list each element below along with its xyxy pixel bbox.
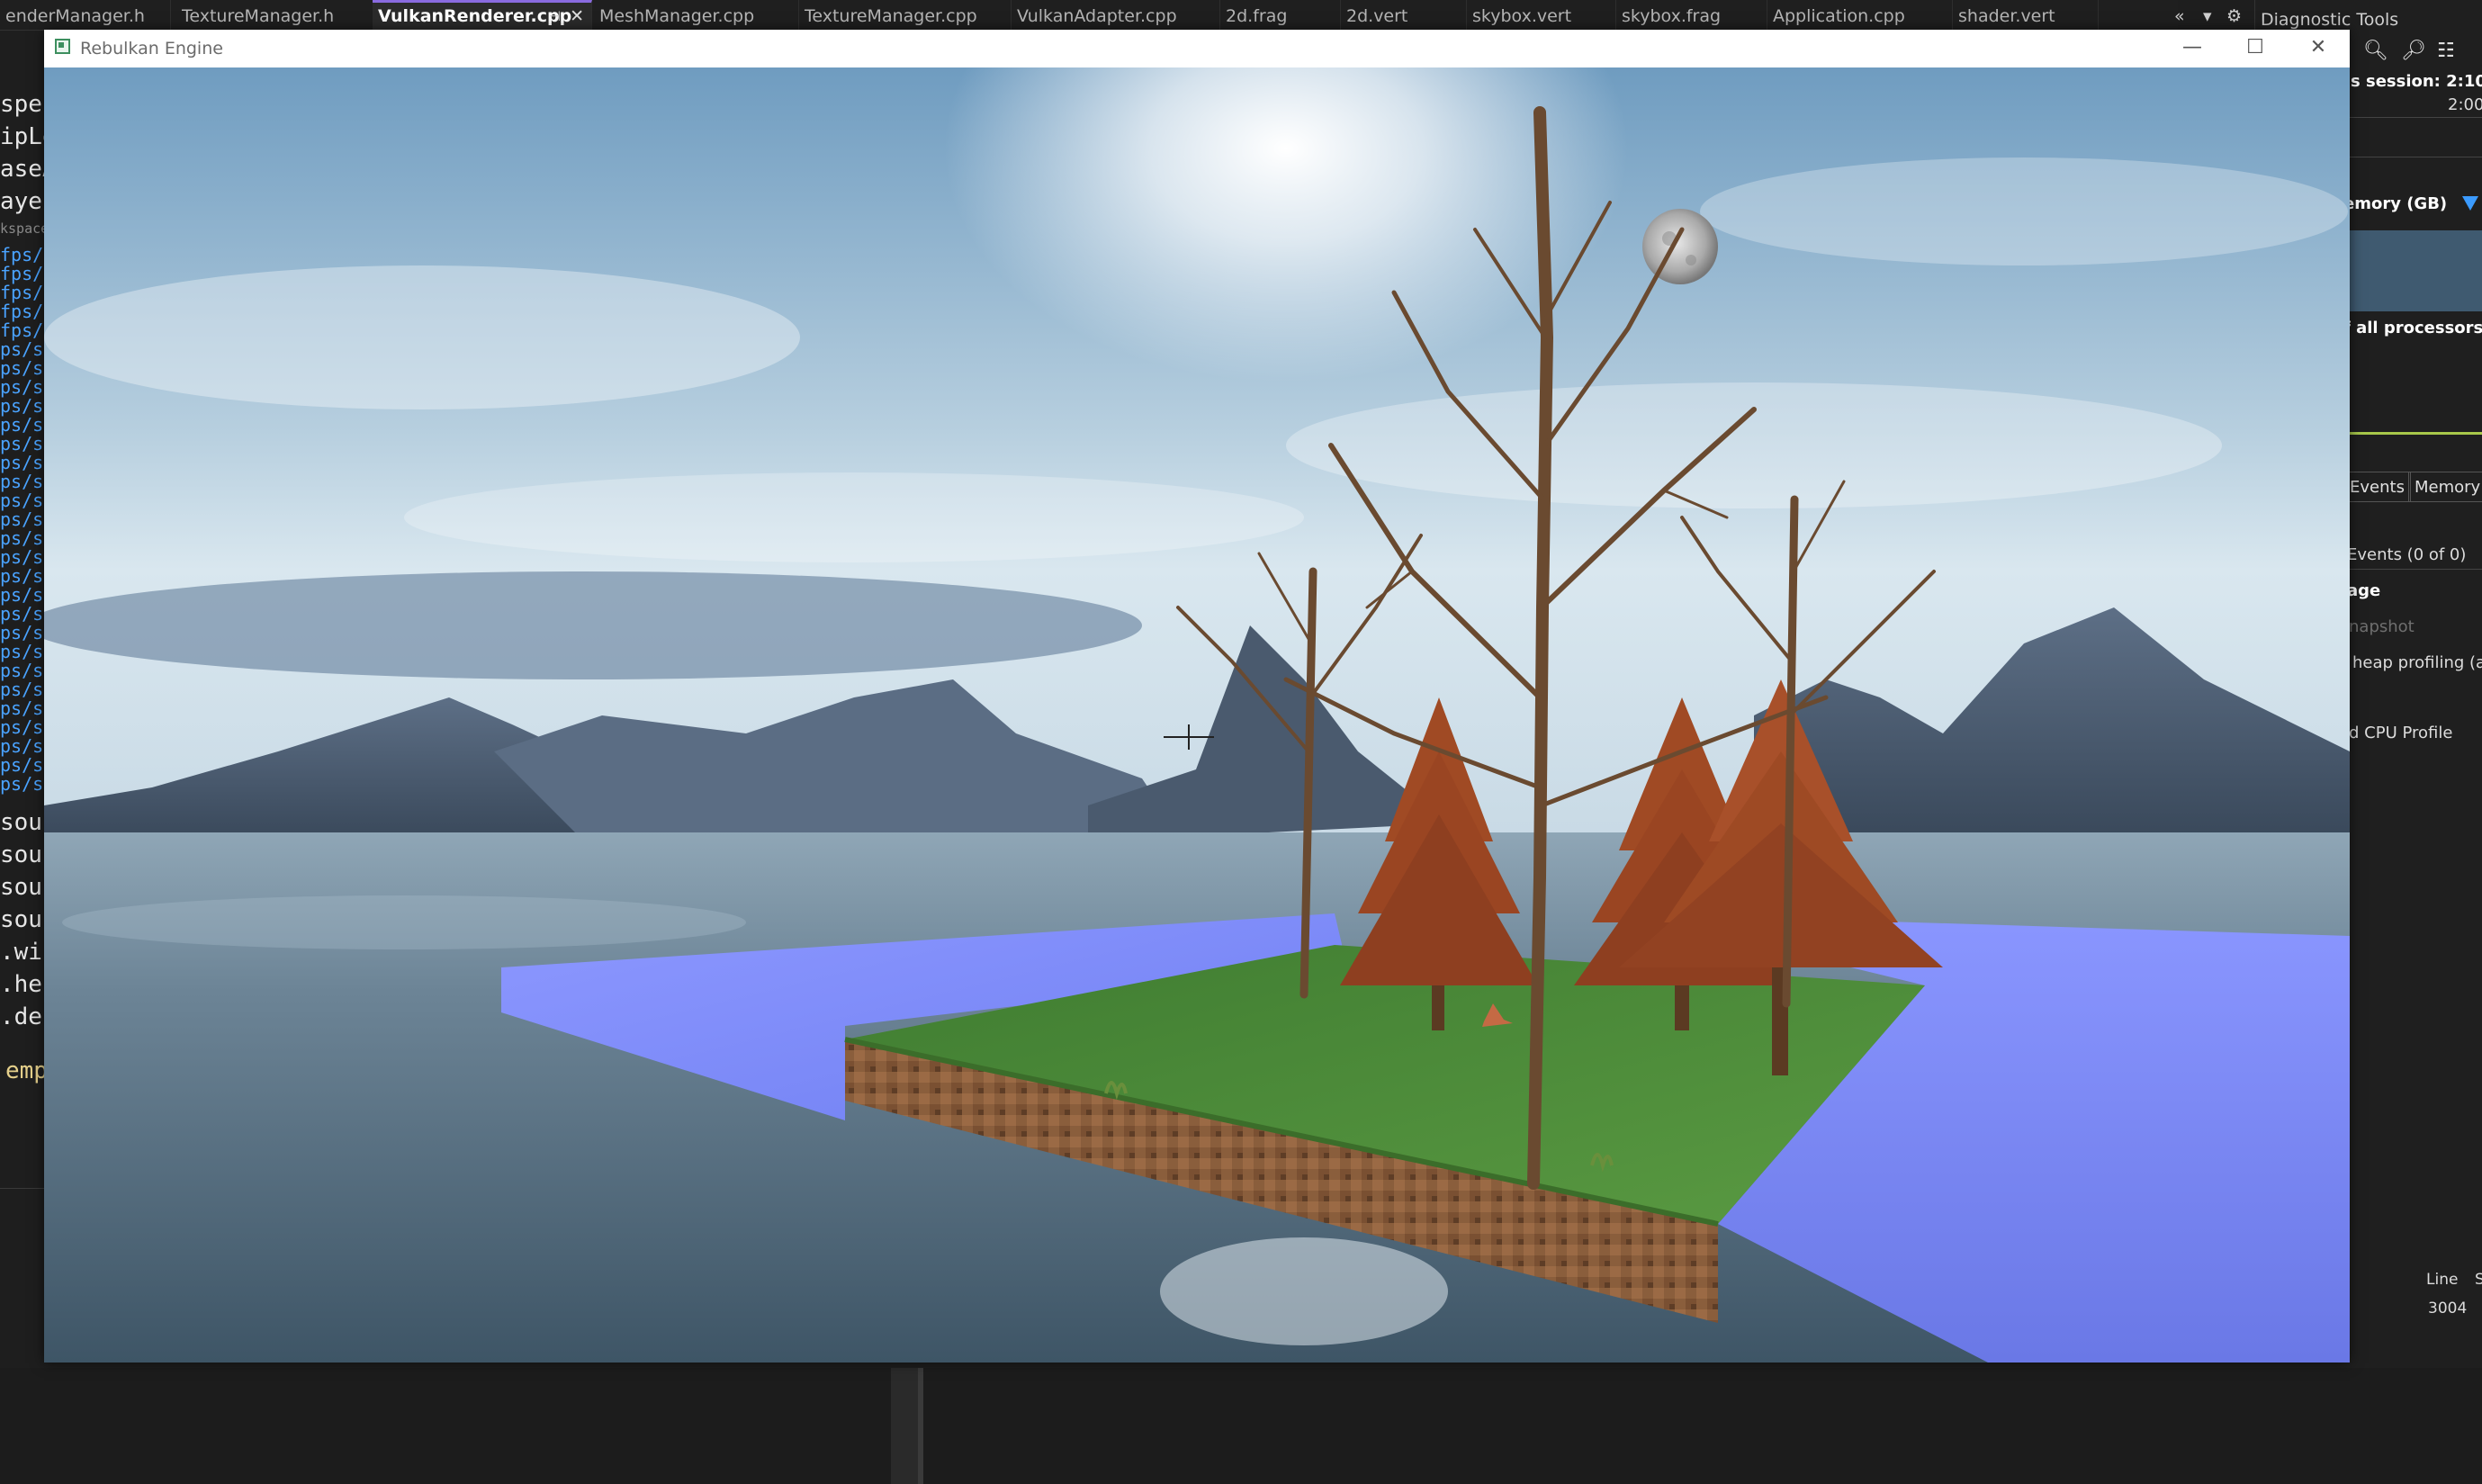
tab-memory[interactable]: Memory [2408, 472, 2482, 502]
code-line: sour [0, 906, 45, 933]
divider [0, 1188, 45, 1189]
code-line: .wi [0, 939, 42, 966]
chevron-down-icon[interactable]: ▾ [2203, 0, 2212, 30]
cloud [1286, 382, 2222, 508]
cloud [44, 571, 1142, 679]
maximize-button[interactable]: ☐ [2224, 30, 2287, 67]
code-line: .de [0, 1003, 42, 1030]
code-line: ps/s [0, 773, 44, 795]
take-snapshot-button[interactable]: napshot [2349, 617, 2415, 636]
tab-label: enderManager.h [5, 6, 145, 26]
code-editor[interactable]: spec ipLe aseA ayer kspace fps/ fps/ fps… [0, 40, 45, 1156]
code-line: aseA [0, 156, 45, 183]
close-icon[interactable]: ✕ [570, 3, 584, 30]
tab-rendermanager-h[interactable]: enderManager.h [0, 0, 171, 30]
code-line: sour [0, 809, 45, 836]
tab-skybox-frag[interactable]: skybox.frag [1616, 0, 1767, 30]
memory-graph-label: emory (GB) [2343, 194, 2448, 213]
events-count: Events (0 of 0) [2347, 545, 2467, 564]
tab-label: VulkanRenderer.cpp [378, 6, 572, 26]
timeline-axis [2349, 117, 2482, 118]
app-icon [55, 39, 70, 54]
zoom-out-icon[interactable]: 🔎︎ [2401, 40, 2426, 62]
tab-vulkanadapter-cpp[interactable]: VulkanAdapter.cpp [1012, 0, 1220, 30]
heap-profiling-checkbox[interactable]: heap profiling (aff [2352, 653, 2482, 672]
tab-shader-vert[interactable]: shader.vert [1953, 0, 2099, 30]
render-viewport[interactable] [44, 67, 2350, 1363]
window-titlebar[interactable]: Rebulkan Engine — ☐ ✕ [44, 30, 2350, 67]
tab-label: 2d.vert [1346, 6, 1408, 26]
tab-label: VulkanAdapter.cpp [1017, 6, 1177, 26]
chart-reset-icon[interactable]: ☷ [2437, 40, 2455, 62]
cloud [44, 265, 800, 409]
tab-label: 2d.frag [1226, 6, 1288, 26]
cpu-graph-line [2349, 432, 2482, 435]
column-header-s[interactable]: S [2475, 1271, 2482, 1289]
code-line: sour [0, 874, 45, 901]
memory-usage-heading: age [2347, 581, 2381, 600]
divider [2343, 569, 2482, 570]
water-reflection [62, 895, 746, 949]
tab-2d-frag[interactable]: 2d.frag [1220, 0, 1341, 30]
tab-meshmanager-cpp[interactable]: MeshManager.cpp [594, 0, 799, 30]
water-reflection [1160, 1237, 1448, 1345]
snapshot-marker-icon [2462, 196, 2478, 211]
memory-graph[interactable] [2349, 230, 2482, 311]
rendered-scene [44, 67, 2350, 1363]
tab-label: skybox.vert [1472, 6, 1572, 26]
rebulkan-engine-window[interactable]: Rebulkan Engine — ☐ ✕ [44, 30, 2350, 1363]
code-line: emp [5, 1057, 45, 1084]
tab-label: MeshManager.cpp [599, 6, 755, 26]
cloud [404, 472, 1304, 562]
moon [1642, 209, 1718, 284]
tab-overflow-icon[interactable]: « [2174, 0, 2185, 30]
cpu-graph-label: f all processors) [2343, 319, 2482, 337]
editor-tab-strip: enderManager.h TextureManager.h VulkanRe… [0, 0, 2178, 31]
tab-label: shader.vert [1958, 6, 2055, 26]
tab-texturemanager-h[interactable]: TextureManager.h [176, 0, 374, 30]
panel-splitter[interactable] [891, 1368, 918, 1484]
moon-crater [1686, 255, 1696, 265]
panel-splitter-edge [918, 1368, 923, 1484]
tab-label: TextureManager.h [182, 6, 335, 26]
close-button[interactable]: ✕ [2287, 30, 2350, 67]
code-line: spec [0, 91, 45, 118]
tab-skybox-vert[interactable]: skybox.vert [1467, 0, 1616, 30]
code-hint: kspace [0, 220, 45, 237]
minimize-button[interactable]: — [2161, 30, 2224, 67]
tab-vulkanrenderer-cpp[interactable]: VulkanRenderer.cpp ⊣ ✕ [373, 0, 592, 30]
code-line: ipLe [0, 123, 45, 150]
tab-events[interactable]: Events [2343, 472, 2411, 502]
timeline-mark: 2:00n [2448, 95, 2482, 114]
tab-label: Application.cpp [1773, 6, 1905, 26]
record-cpu-profile-button[interactable]: d CPU Profile [2349, 724, 2452, 742]
code-line: ayer [0, 188, 45, 215]
zoom-in-icon[interactable]: 🔍︎ [2363, 40, 2388, 62]
code-line: sour [0, 841, 45, 868]
column-header-line[interactable]: Line [2426, 1271, 2458, 1289]
session-duration: s session: 2:10 minu [2351, 72, 2482, 91]
tab-texturemanager-cpp[interactable]: TextureManager.cpp [799, 0, 1012, 30]
gear-icon[interactable]: ⚙ [2226, 0, 2242, 30]
cloud [1700, 157, 2348, 265]
line-value: 3004 [2428, 1300, 2468, 1318]
output-panel [0, 1368, 2482, 1484]
code-line: .he [0, 971, 42, 998]
tab-label: TextureManager.cpp [805, 6, 977, 26]
pin-icon[interactable]: ⊣ [549, 3, 561, 30]
tab-label: skybox.frag [1622, 6, 1722, 26]
tab-application-cpp[interactable]: Application.cpp [1767, 0, 1953, 30]
window-title: Rebulkan Engine [80, 39, 223, 58]
tab-2d-vert[interactable]: 2d.vert [1341, 0, 1467, 30]
